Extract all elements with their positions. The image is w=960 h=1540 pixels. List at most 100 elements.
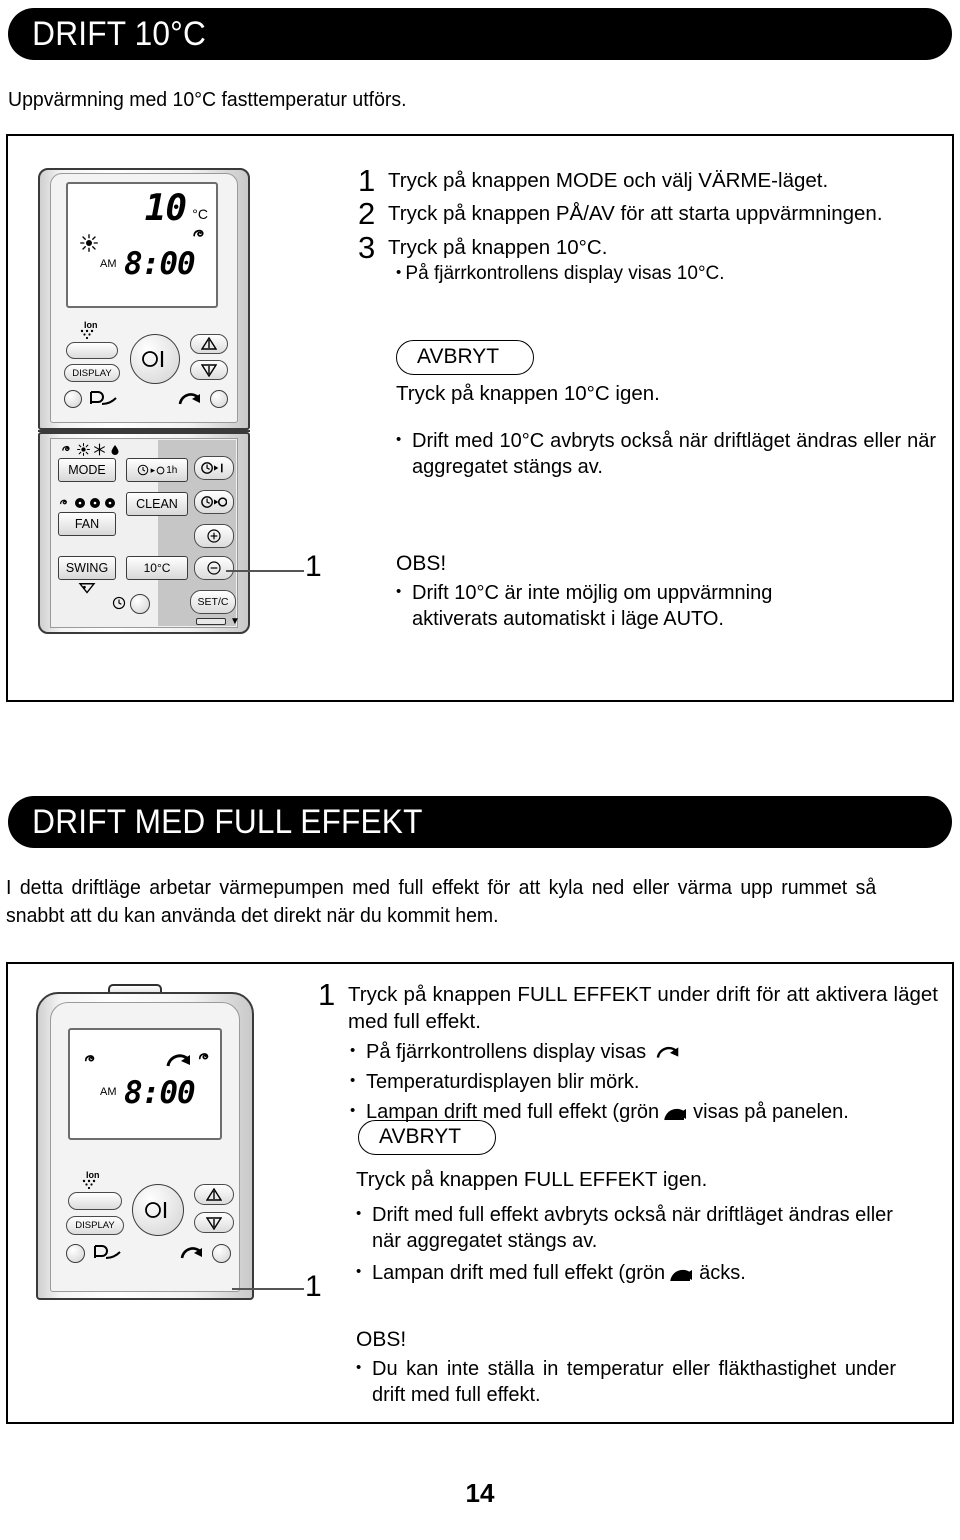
ion-button-1[interactable] <box>66 342 118 359</box>
full-power-filled-icon <box>670 1269 693 1282</box>
bullet-text: På fjärrkontrollens display visas <box>366 1041 647 1063</box>
minus-button[interactable] <box>194 556 234 580</box>
sun-icon <box>77 442 90 456</box>
ion-spray-icon <box>80 329 94 340</box>
full-power-button-1[interactable] <box>210 390 228 408</box>
set-c-button[interactable]: SET/C <box>190 590 236 614</box>
bullet-item: • Drift med full effekt avbryts också nä… <box>356 1202 926 1254</box>
arrow-up-icon <box>206 1187 222 1201</box>
callout-marker-1: 1 <box>305 550 322 583</box>
step-item: 1 Tryck på knappen FULL EFFEKT under dri… <box>318 977 938 1035</box>
sensor-button-left-1[interactable] <box>64 390 82 408</box>
bullet-item: • Drift 10°C är inte möjlig om uppvärmni… <box>396 580 816 632</box>
ten-degree-button[interactable]: 10°C <box>126 556 188 580</box>
eco-sensor-icon <box>94 1245 121 1259</box>
clock-icon <box>112 596 126 610</box>
full-power-icon <box>656 1046 679 1058</box>
fan-swirl-icon <box>193 229 204 237</box>
bullet-dot: • <box>350 1072 356 1089</box>
remote-control-illustration-2: AM 8:00 Ion DISPLAY <box>36 984 254 1302</box>
mode-button[interactable]: MODE <box>58 458 116 482</box>
louver-icon <box>78 583 96 594</box>
timer-off-button[interactable] <box>194 490 234 514</box>
section2-heading-text: DRIFT MED FULL EFFEKT <box>32 802 423 841</box>
plus-icon <box>207 529 221 543</box>
ion-button-2[interactable] <box>68 1192 122 1210</box>
display-button-1[interactable]: DISPLAY <box>64 364 120 382</box>
temp-down-button-1[interactable] <box>190 360 228 380</box>
clean-button[interactable]: CLEAN <box>126 492 188 516</box>
section2-cancel-badge-wrap: AVBRYT <box>358 1120 497 1155</box>
bullet-item: • På fjärrkontrollens display visas <box>350 1039 930 1065</box>
eco-sensor-icon <box>90 391 117 405</box>
section1-cancel-badge-wrap: AVBRYT <box>396 340 535 375</box>
power-onoff-icon <box>142 351 164 367</box>
sensor-button-left-2[interactable] <box>66 1244 85 1263</box>
step-text: Tryck på knappen MODE och välj VÄRME-läg… <box>388 169 829 192</box>
bullet-item: • Drift med 10°C avbryts också när drift… <box>396 428 936 480</box>
temp-up-button-2[interactable] <box>194 1184 234 1205</box>
clean-button-label: CLEAN <box>136 497 178 511</box>
section2-step-bullets: • På fjärrkontrollens display visas • Te… <box>350 1035 930 1125</box>
display-button-2[interactable]: DISPLAY <box>66 1216 124 1235</box>
section1-cancel-bullets: • Drift med 10°C avbryts också när drift… <box>396 424 936 480</box>
step-text: Tryck på knappen FULL EFFEKT under drift… <box>348 983 938 1033</box>
auto-swirl-icon <box>60 499 67 505</box>
swing-button[interactable]: SWING <box>58 556 116 580</box>
lcd-meridiem: AM <box>100 258 117 270</box>
plus-button[interactable] <box>194 524 234 548</box>
bullet-text-tail: visas på panelen. <box>693 1101 849 1123</box>
bullet-dot: • <box>396 431 402 448</box>
temp-down-button-2[interactable] <box>194 1212 234 1233</box>
note-bullets-2: • Du kan inte ställa in temperatur eller… <box>356 1356 896 1408</box>
fan-mid-icon <box>90 497 100 508</box>
callout-connector-1 <box>226 570 304 572</box>
lcd-time-2: 8:00 <box>124 1075 196 1111</box>
auto-swirl-icon <box>62 445 70 451</box>
arrow-down-icon <box>206 1216 222 1230</box>
remote-control-illustration-1: 10 °C AM 8:00 Ion DISPLAY MODE ▸ 1h CLEA… <box>38 168 250 636</box>
slide-down-arrow-icon: ▼ <box>230 616 240 627</box>
cancel-badge-1: AVBRYT <box>396 340 535 375</box>
timer-arrow-icon: ▸ <box>150 464 156 475</box>
lcd-time: 8:00 <box>124 246 196 282</box>
timer-on-button[interactable] <box>194 456 234 480</box>
remote-lcd-display-1: 10 °C AM 8:00 <box>66 182 218 308</box>
section2-note: OBS! • Du kan inte ställa in temperatur … <box>356 1328 896 1408</box>
bullet-item: • Du kan inte ställa in temperatur eller… <box>356 1356 896 1408</box>
manual-page: DRIFT 10°C Uppvärmning med 10°C fasttemp… <box>0 0 960 1540</box>
fan-button[interactable]: FAN <box>58 512 116 536</box>
full-power-icon <box>166 1054 190 1067</box>
battery-slot-indicator <box>196 618 226 625</box>
cancel-badge-2: AVBRYT <box>358 1120 497 1155</box>
section-heading-full-effekt: DRIFT MED FULL EFFEKT <box>8 796 952 848</box>
step-item: 1 Tryck på knappen MODE och välj VÄRME-l… <box>358 163 938 198</box>
timer-1h-label: 1h <box>166 464 178 476</box>
callout-connector-2 <box>232 1288 304 1290</box>
page-number: 14 <box>465 1478 495 1508</box>
lcd-meridiem-2: AM <box>100 1086 117 1098</box>
bullet-text: Drift med full effekt avbryts också när … <box>372 1204 893 1252</box>
step-subnote: På fjärrkontrollens display visas 10°C. <box>388 262 724 287</box>
bullet-dot: • <box>396 583 402 600</box>
sun-icon <box>80 234 98 252</box>
fan-swirl-icon <box>84 1055 95 1062</box>
temp-up-button-1[interactable] <box>190 334 228 354</box>
lcd-temperature-value: 10 <box>144 188 187 229</box>
arrow-down-icon <box>201 364 217 377</box>
bullet-text: Du kan inte ställa in temperatur eller f… <box>372 1358 896 1406</box>
step-number: 1 <box>358 163 376 198</box>
step-number: 1 <box>318 977 336 1012</box>
callout-marker-2: 1 <box>305 1270 322 1303</box>
fan-high-icon <box>105 497 115 508</box>
step-number: 3 <box>358 229 376 265</box>
section1-intro: Uppvärmning med 10°C fasttemperatur utfö… <box>8 88 407 111</box>
timer-set-button[interactable] <box>130 594 150 614</box>
ten-degree-button-label: 10°C <box>143 561 171 575</box>
full-power-button-2[interactable] <box>212 1244 231 1263</box>
section2-cancel-line: Tryck på knappen FULL EFFEKT igen. <box>356 1168 708 1191</box>
bullet-item: • Lampan drift med full effekt (grön äck… <box>356 1260 926 1286</box>
section2-cancel-bullets: • Drift med full effekt avbryts också nä… <box>356 1198 926 1286</box>
timer-1h-button[interactable]: ▸ 1h <box>126 458 188 482</box>
timer-on-icon <box>201 462 223 474</box>
